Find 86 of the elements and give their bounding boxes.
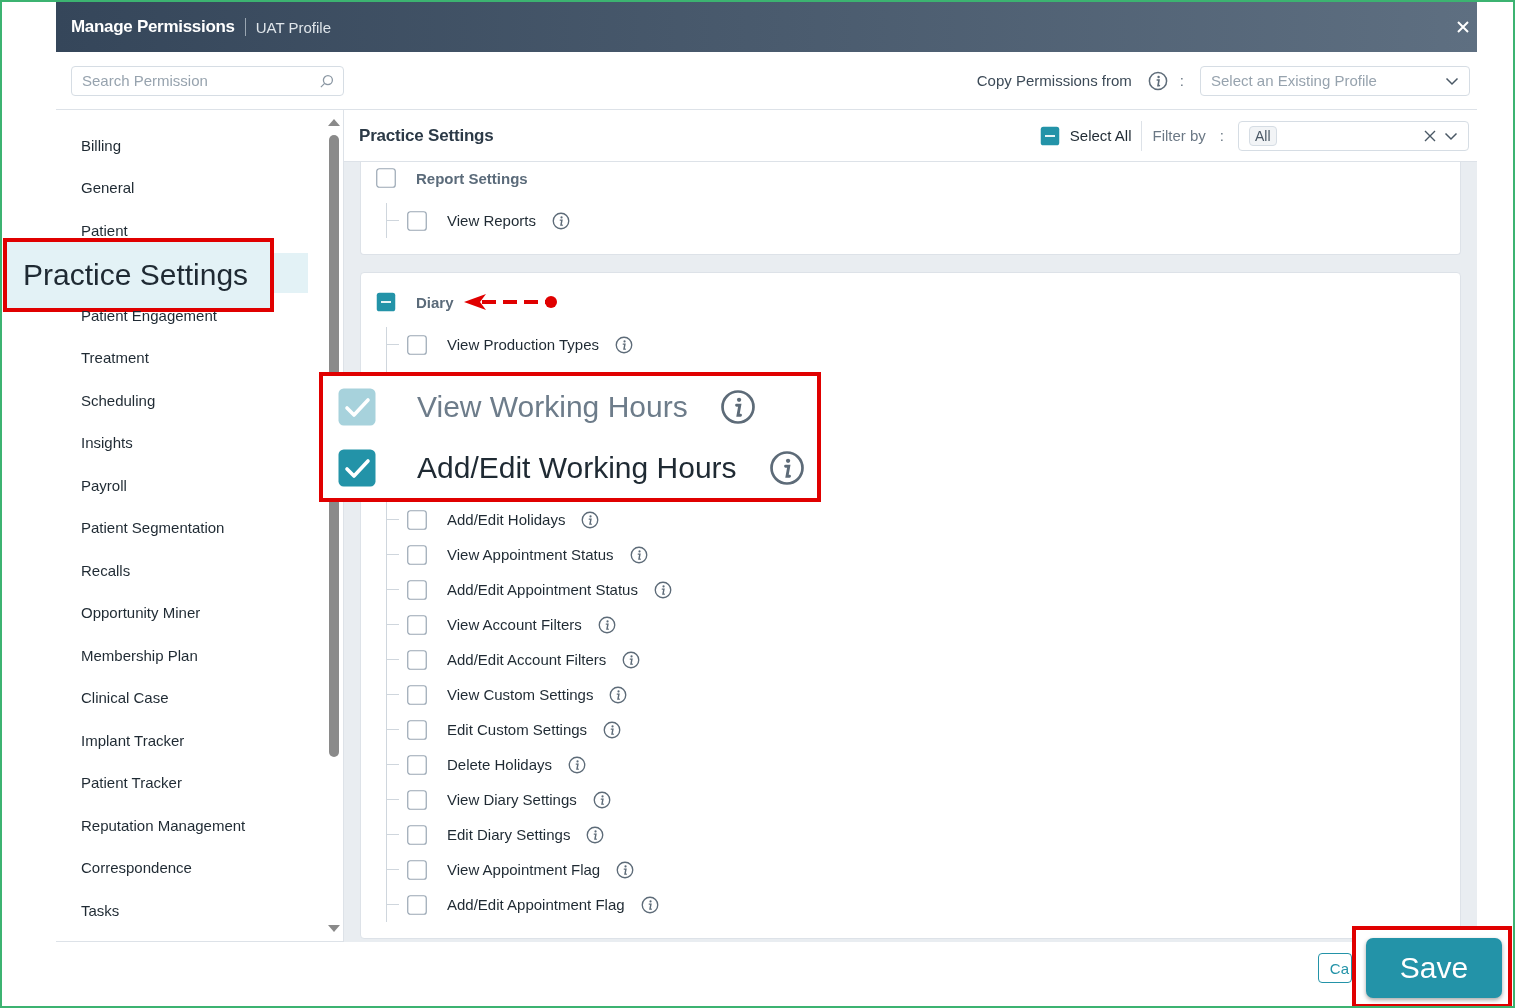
info-icon xyxy=(719,388,756,425)
info-icon xyxy=(592,790,611,809)
permission-label: Edit Custom Settings xyxy=(447,721,588,738)
select-all-label: Select All xyxy=(1069,127,1132,144)
sidebar-item[interactable]: Patient Segmentation xyxy=(81,520,225,536)
checkbox[interactable] xyxy=(407,684,427,705)
info-icon xyxy=(1147,70,1168,91)
search-field[interactable]: Search Permission xyxy=(71,65,344,96)
info-icon xyxy=(615,335,634,354)
filter-chip[interactable]: All xyxy=(1249,125,1277,146)
info-icon xyxy=(568,755,587,774)
checkbox[interactable] xyxy=(407,754,427,775)
checkbox[interactable] xyxy=(407,334,427,355)
permission-label: Delete Holidays xyxy=(447,756,553,773)
clear-icon[interactable] xyxy=(1424,129,1436,142)
checkbox[interactable] xyxy=(407,210,427,231)
info-icon xyxy=(640,895,659,914)
info-icon xyxy=(581,510,600,529)
sidebar-item[interactable]: Implant Tracker xyxy=(81,732,185,748)
info-icon xyxy=(597,615,616,634)
dialog-title: Manage Permissions xyxy=(71,17,235,37)
separator: : xyxy=(1179,72,1184,89)
checkbox[interactable] xyxy=(1039,125,1060,146)
sidebar-item[interactable]: Reputation Management xyxy=(81,817,246,833)
sidebar-item[interactable]: Opportunity Miner xyxy=(81,605,201,621)
cancel-button[interactable]: Ca xyxy=(1317,953,1352,983)
separator: : xyxy=(1219,127,1224,144)
search-icon xyxy=(319,73,334,89)
checkbox[interactable] xyxy=(407,544,427,565)
sidebar-item[interactable]: Tasks xyxy=(81,902,120,918)
permission-label: View Reports xyxy=(447,212,536,229)
info-icon xyxy=(616,860,635,879)
sidebar-item[interactable]: Correspondence xyxy=(81,860,192,876)
info-icon xyxy=(653,580,672,599)
sidebar-item[interactable]: Patient xyxy=(81,222,128,238)
checkbox[interactable] xyxy=(407,719,427,740)
permission-label: Add/Edit Appointment Status xyxy=(447,581,638,598)
permission-label: View Account Filters xyxy=(447,616,582,633)
checkbox[interactable] xyxy=(407,859,427,880)
permission-label: View Custom Settings xyxy=(447,686,594,703)
permission-label: Add/Edit Working Hours xyxy=(417,450,737,485)
group-label: Diary xyxy=(416,293,454,311)
permission-label: Edit Diary Settings xyxy=(447,826,571,843)
checkbox[interactable] xyxy=(407,894,427,915)
checkbox[interactable] xyxy=(407,789,427,810)
section-title: Practice Settings xyxy=(359,125,494,146)
sidebar-item[interactable]: General xyxy=(81,180,135,196)
info-icon xyxy=(622,650,641,669)
sidebar-item[interactable]: Scheduling xyxy=(81,392,156,408)
permission-label: View Appointment Flag xyxy=(447,861,601,878)
checkbox[interactable] xyxy=(407,579,427,600)
sidebar-item[interactable]: Treatment xyxy=(81,350,149,366)
sidebar-item[interactable]: Membership Plan xyxy=(81,647,198,663)
permission-label: Add/Edit Account Filters xyxy=(447,651,607,668)
group-label: Report Settings xyxy=(416,169,528,187)
permission-label: View Appointment Status xyxy=(447,546,614,563)
info-icon xyxy=(551,211,570,230)
permission-label: View Diary Settings xyxy=(447,791,577,808)
save-button[interactable]: Save xyxy=(1366,938,1502,998)
copy-permissions-label: Copy Permissions from xyxy=(976,72,1132,89)
info-icon xyxy=(768,449,805,486)
profile-name: UAT Profile xyxy=(255,18,332,36)
sidebar-item[interactable]: Payroll xyxy=(81,477,127,493)
checkbox[interactable] xyxy=(407,824,427,845)
close-icon[interactable] xyxy=(1455,19,1471,35)
sidebar-item[interactable]: Recalls xyxy=(81,562,131,578)
info-icon xyxy=(603,720,622,739)
info-icon xyxy=(609,685,628,704)
permission-label: Add/Edit Holidays xyxy=(447,511,566,528)
sidebar-item[interactable]: Insights xyxy=(81,435,133,451)
filter-label: Filter by xyxy=(1152,127,1206,144)
checkbox[interactable] xyxy=(376,168,396,188)
checkbox[interactable] xyxy=(407,614,427,635)
info-icon xyxy=(629,545,648,564)
permission-label: View Production Types xyxy=(447,336,600,353)
permission-label: View Working Hours xyxy=(417,389,688,424)
checkbox[interactable] xyxy=(376,292,396,312)
filter-dropdown[interactable]: All xyxy=(1238,120,1469,151)
checkbox[interactable] xyxy=(337,447,377,488)
permission-label: Add/Edit Appointment Flag xyxy=(447,896,625,913)
checkbox[interactable] xyxy=(407,509,427,530)
sidebar-item[interactable]: Billing xyxy=(81,137,122,153)
checkbox[interactable] xyxy=(407,649,427,670)
sidebar-item[interactable]: Patient Tracker xyxy=(81,775,182,791)
info-icon xyxy=(586,825,605,844)
sidebar-item[interactable]: Clinical Case xyxy=(81,690,169,706)
